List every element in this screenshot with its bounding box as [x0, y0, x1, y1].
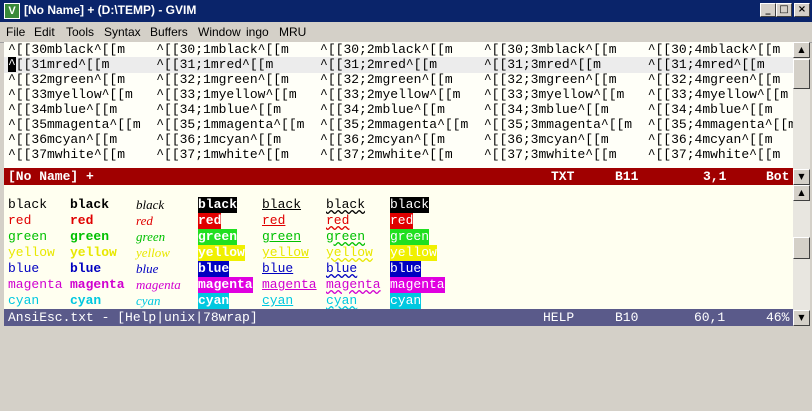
ansi-sample-green-reverse: green: [198, 229, 238, 245]
scroll-down-arrow-icon[interactable]: ▼: [793, 310, 810, 326]
ansi-sample-black-inverse-bold: black: [390, 197, 430, 213]
ansi-sample-green-inverse-bold: green: [390, 229, 430, 245]
status-position: 3,1: [703, 169, 727, 184]
ansi-sample-red-inverse-bold: red: [390, 213, 414, 229]
status-filename: [No Name] +: [8, 169, 94, 184]
ansi-sample-cyan-italic: cyan: [136, 293, 161, 308]
top-scrollbar[interactable]: ▲ ▼: [793, 42, 810, 185]
ansi-sample-yellow-normal: yellow: [8, 245, 55, 260]
text-line[interactable]: ^[[34mblue^[[m ^[[34;1mblue^[[m ^[[34;2m…: [8, 102, 773, 118]
ansi-sample-blue-underline: blue: [262, 261, 294, 276]
ansi-sample-green-italic: green: [136, 229, 166, 244]
ansi-sample-yellow-reverse: yellow: [198, 245, 245, 261]
ansi-sample-red-italic: red: [136, 213, 153, 228]
top-editor-pane[interactable]: ^[[30mblack^[[m ^[[30;1mblack^[[m ^[[30;…: [4, 42, 793, 168]
scroll-thumb[interactable]: [793, 59, 810, 89]
ansi-sample-blue-normal: blue: [8, 261, 40, 276]
menu-syntax[interactable]: Syntax: [104, 25, 141, 39]
ansi-sample-magenta-undercurl: magenta: [326, 277, 381, 292]
ansi-sample-black-undercurl: black: [326, 197, 366, 212]
ansi-sample-cyan-inverse-bold: cyan: [390, 293, 422, 309]
maximize-button[interactable]: □: [776, 3, 792, 17]
scroll-up-arrow-icon[interactable]: ▲: [793, 42, 810, 58]
close-button[interactable]: ×: [794, 3, 810, 17]
text-line[interactable]: ^[[32mgreen^[[m ^[[32;1mgreen^[[m ^[[32;…: [8, 72, 780, 88]
scroll-down-arrow-icon[interactable]: ▼: [793, 169, 810, 185]
ansi-sample-green-normal: green: [8, 229, 48, 244]
ansi-sample-yellow-underline: yellow: [262, 245, 309, 260]
ansi-sample-red-bold: red: [70, 213, 94, 228]
status-filename: AnsiEsc.txt - [Help|unix|78wrap]: [8, 310, 258, 325]
text-cursor: ^: [8, 57, 16, 72]
ansi-sample-blue-bold: blue: [70, 261, 102, 276]
ansi-sample-yellow-inverse-bold: yellow: [390, 245, 437, 261]
ansi-sample-black-bold: black: [70, 197, 110, 212]
status-filetype: HELP: [543, 310, 575, 325]
menu-window[interactable]: Window: [198, 25, 241, 39]
scroll-thumb[interactable]: [793, 237, 810, 259]
command-line[interactable]: [0, 326, 812, 344]
ansi-sample-magenta-bold: magenta: [70, 277, 125, 292]
ansi-sample-blue-inverse-bold: blue: [390, 261, 422, 277]
title-bar[interactable]: V [No Name] + (D:\TEMP) - GVIM _ □ ×: [0, 0, 812, 22]
status-buffer: B10: [615, 310, 639, 325]
ansi-sample-red-reverse: red: [198, 213, 222, 229]
top-status-line: [No Name] + TXT B11 3,1 Bot: [4, 168, 793, 185]
status-buffer: B11: [615, 169, 639, 184]
status-scroll: Bot: [766, 169, 790, 184]
text-line[interactable]: ^[[37mwhite^[[m ^[[37;1mwhite^[[m ^[[37;…: [8, 147, 780, 163]
ansi-sample-magenta-italic: magenta: [136, 277, 181, 292]
ansi-sample-black-reverse: black: [198, 197, 238, 213]
cursor-line-rest: [[31mred^[[m ^[[31;1mred^[[m ^[[31;2mred…: [15, 57, 765, 72]
ansi-sample-black-normal: black: [8, 197, 48, 212]
menu-buffers[interactable]: Buffers: [150, 25, 188, 39]
status-scroll: 46%: [766, 310, 790, 325]
ansi-sample-red-undercurl: red: [326, 213, 350, 228]
bottom-editor-pane[interactable]: black black black black black black black red re…: [4, 185, 793, 309]
ansi-sample-black-underline: black: [262, 197, 302, 212]
menu-ingo[interactable]: ingo: [246, 25, 269, 39]
minimize-button[interactable]: _: [760, 3, 776, 17]
ansi-sample-green-undercurl: green: [326, 229, 366, 244]
bottom-status-line: AnsiEsc.txt - [Help|unix|78wrap] HELP B1…: [4, 309, 793, 326]
ansi-sample-black-italic: black: [136, 197, 165, 212]
ansi-sample-cyan-normal: cyan: [8, 293, 40, 308]
bottom-scrollbar[interactable]: ▲ ▼: [793, 185, 810, 326]
text-line-cursor[interactable]: ^[[31mred^[[m ^[[31;1mred^[[m ^[[31;2mre…: [8, 57, 765, 73]
ansi-sample-yellow-bold: yellow: [70, 245, 117, 260]
menu-mru[interactable]: MRU: [279, 25, 306, 39]
ansi-sample-magenta-underline: magenta: [262, 277, 317, 292]
ansi-sample-cyan-underline: cyan: [262, 293, 294, 308]
ansi-sample-yellow-undercurl: yellow: [326, 245, 373, 260]
menu-tools[interactable]: Tools: [66, 25, 94, 39]
menu-bar: File Edit Tools Syntax Buffers Window in…: [0, 22, 812, 43]
status-position: 60,1: [694, 310, 726, 325]
scroll-up-arrow-icon[interactable]: ▲: [793, 185, 810, 201]
text-line[interactable]: ^[[30mblack^[[m ^[[30;1mblack^[[m ^[[30;…: [8, 42, 780, 58]
ansi-sample-cyan-bold: cyan: [70, 293, 102, 308]
ansi-sample-red-underline: red: [262, 213, 286, 228]
ansi-sample-green-bold: green: [70, 229, 110, 244]
ansi-sample-blue-italic: blue: [136, 261, 159, 276]
status-filetype: TXT: [551, 169, 575, 184]
text-line[interactable]: ^[[33myellow^[[m ^[[33;1myellow^[[m ^[[3…: [8, 87, 788, 103]
ansi-sample-cyan-reverse: cyan: [198, 293, 230, 309]
ansi-sample-green-underline: green: [262, 229, 302, 244]
ansi-sample-magenta-normal: magenta: [8, 277, 63, 292]
menu-edit[interactable]: Edit: [34, 25, 55, 39]
text-line[interactable]: ^[[35mmagenta^[[m ^[[35;1mmagenta^[[m ^[…: [8, 117, 793, 133]
window-title: [No Name] + (D:\TEMP) - GVIM: [24, 3, 197, 17]
ansi-sample-cyan-undercurl: cyan: [326, 293, 358, 308]
ansi-sample-blue-undercurl: blue: [326, 261, 358, 276]
vim-app-icon[interactable]: V: [4, 3, 20, 19]
menu-file[interactable]: File: [6, 25, 25, 39]
text-line[interactable]: ^[[36mcyan^[[m ^[[36;1mcyan^[[m ^[[36;2m…: [8, 132, 773, 148]
ansi-sample-red-normal: red: [8, 213, 32, 228]
ansi-sample-yellow-italic: yellow: [136, 245, 170, 260]
ansi-sample-blue-reverse: blue: [198, 261, 230, 277]
ansi-sample-magenta-reverse: magenta: [198, 277, 253, 293]
ansi-sample-magenta-inverse-bold: magenta: [390, 277, 445, 293]
